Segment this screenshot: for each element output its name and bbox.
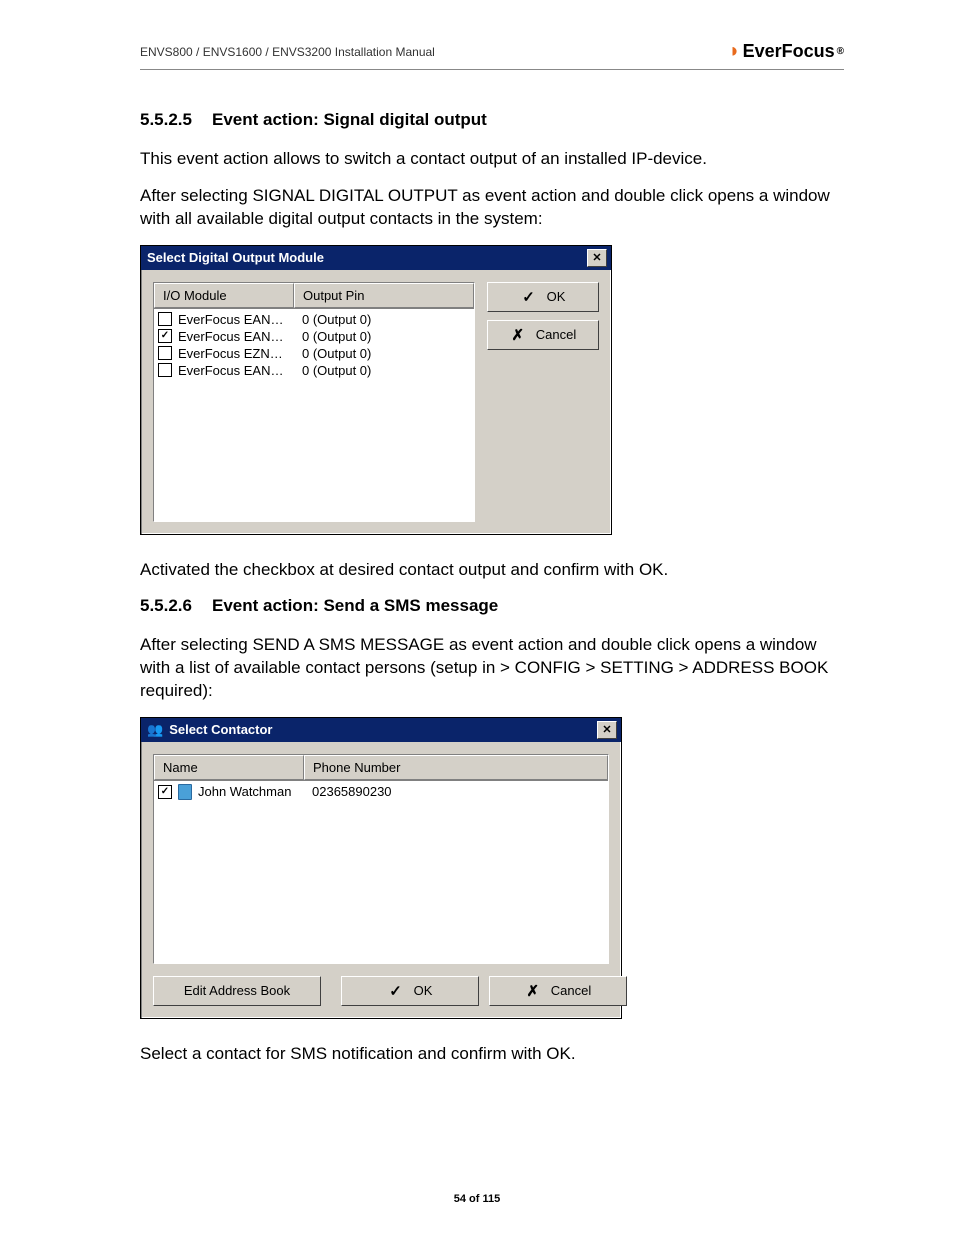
check-icon: ✓	[388, 982, 404, 1000]
check-icon: ✓	[521, 288, 537, 306]
logo-reg: ®	[837, 46, 844, 57]
ok-button[interactable]: ✓ OK	[487, 282, 599, 312]
ok-label: OK	[547, 289, 566, 304]
dialog1-titlebar[interactable]: Select Digital Output Module ✕	[141, 246, 611, 270]
cancel-label: Cancel	[536, 327, 576, 342]
pin-cell: 0 (Output 0)	[302, 329, 371, 344]
cancel-label: Cancel	[551, 983, 591, 998]
checkbox[interactable]	[158, 329, 172, 343]
checkbox[interactable]	[158, 363, 172, 377]
section-title: Event action: Send a SMS message	[212, 596, 498, 615]
module-cell: EverFocus EAN…	[178, 329, 296, 344]
dialog1-title: Select Digital Output Module	[147, 250, 324, 265]
dialog2-titlebar[interactable]: 👥 Select Contactor ✕	[141, 718, 621, 742]
ok-button[interactable]: ✓ OK	[341, 976, 479, 1006]
edit-address-book-button[interactable]: Edit Address Book	[153, 976, 321, 1006]
table-row[interactable]: EverFocus EAN… 0 (Output 0)	[154, 311, 474, 328]
phone-cell: 02365890230	[312, 784, 392, 799]
module-cell: EverFocus EAN…	[178, 363, 296, 378]
module-cell: EverFocus EAN…	[178, 312, 296, 327]
contact-list[interactable]: Name Phone Number John Watchman 023658902…	[153, 754, 609, 964]
header-left: ENVS800 / ENVS1600 / ENVS3200 Installati…	[140, 45, 435, 59]
checkbox[interactable]	[158, 312, 172, 326]
col-name[interactable]: Name	[154, 755, 304, 780]
logo-icon: ◗	[728, 40, 740, 63]
pin-cell: 0 (Output 0)	[302, 346, 371, 361]
checkbox[interactable]	[158, 346, 172, 360]
after-dialog1-text: Activated the checkbox at desired contac…	[140, 559, 844, 582]
section2-p1: After selecting SEND A SMS MESSAGE as ev…	[140, 634, 844, 703]
section1-p1: This event action allows to switch a con…	[140, 148, 844, 171]
table-row[interactable]: EverFocus EAN… 0 (Output 0)	[154, 328, 474, 345]
pin-cell: 0 (Output 0)	[302, 312, 371, 327]
col-phone[interactable]: Phone Number	[304, 755, 608, 780]
page-counter: 54 of 115	[0, 1193, 954, 1205]
section-heading-5526: 5.5.2.6 Event action: Send a SMS message	[140, 596, 844, 616]
contact-icon	[178, 784, 192, 800]
name-cell: John Watchman	[198, 784, 306, 799]
section-number: 5.5.2.5	[140, 110, 192, 130]
select-contactor-dialog: 👥 Select Contactor ✕ Name Phone Number J…	[140, 717, 622, 1019]
ok-label: OK	[414, 983, 433, 998]
select-digital-output-dialog: Select Digital Output Module ✕ I/O Modul…	[140, 245, 612, 535]
close-icon[interactable]: ✕	[587, 249, 607, 267]
users-icon: 👥	[147, 722, 163, 738]
module-cell: EverFocus EZN…	[178, 346, 296, 361]
logo-text: EverFocus	[743, 41, 835, 62]
cancel-button[interactable]: ✗ Cancel	[487, 320, 599, 350]
brand-logo: ◗ EverFocus ®	[728, 40, 844, 63]
table-row[interactable]: John Watchman 02365890230	[154, 783, 608, 801]
section-heading-5525: 5.5.2.5 Event action: Signal digital outp…	[140, 110, 844, 130]
table-row[interactable]: EverFocus EAN… 0 (Output 0)	[154, 362, 474, 379]
section1-p2: After selecting SIGNAL DIGITAL OUTPUT as…	[140, 185, 844, 231]
cancel-button[interactable]: ✗ Cancel	[489, 976, 627, 1006]
page-header: ENVS800 / ENVS1600 / ENVS3200 Installati…	[140, 40, 844, 70]
col-output-pin[interactable]: Output Pin	[294, 283, 474, 308]
x-icon: ✗	[510, 326, 526, 344]
list-header: Name Phone Number	[154, 755, 608, 781]
table-row[interactable]: EverFocus EZN… 0 (Output 0)	[154, 345, 474, 362]
col-io-module[interactable]: I/O Module	[154, 283, 294, 308]
pin-cell: 0 (Output 0)	[302, 363, 371, 378]
dialog2-title: Select Contactor	[169, 722, 272, 737]
checkbox[interactable]	[158, 785, 172, 799]
x-icon: ✗	[525, 982, 541, 1000]
close-icon[interactable]: ✕	[597, 721, 617, 739]
io-module-list[interactable]: I/O Module Output Pin EverFocus EAN… 0 (O…	[153, 282, 475, 522]
section-title: Event action: Signal digital output	[212, 110, 487, 129]
list-header: I/O Module Output Pin	[154, 283, 474, 309]
after-dialog2-text: Select a contact for SMS notification an…	[140, 1043, 844, 1066]
section-number: 5.5.2.6	[140, 596, 192, 616]
edit-address-book-label: Edit Address Book	[184, 983, 290, 998]
